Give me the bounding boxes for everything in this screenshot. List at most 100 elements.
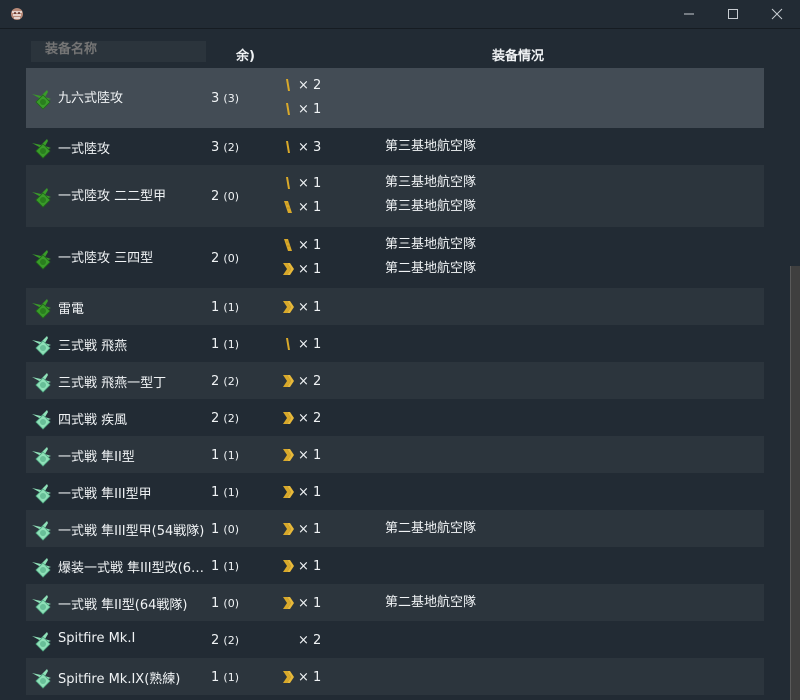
equipment-name-search-input[interactable]	[31, 41, 206, 62]
land-fighter-icon	[31, 591, 55, 615]
proficiency-group: × 1	[282, 332, 321, 356]
equipment-row[interactable]: 雷電 1 (1) × 1	[26, 288, 764, 325]
total-count: 2	[211, 633, 220, 648]
equipment-count: 3 (3)	[211, 91, 239, 106]
equipment-row[interactable]: 爆装一式戦 隼III型改(65戦隊)1 (1) × 1	[26, 547, 764, 584]
equipment-row[interactable]: Spitfire Mk.IX(熟練) 1 (1) × 1	[26, 658, 764, 695]
base-assignment: 第三基地航空隊	[385, 237, 477, 252]
equipment-name: 四式戦 疾風	[58, 413, 128, 428]
proficiency-bar-icon	[282, 337, 298, 351]
minimize-button[interactable]	[666, 0, 712, 28]
equipment-name: 一式戦 隼III型甲	[58, 487, 152, 502]
total-count: 1	[211, 670, 220, 685]
proficiency-double-bar-icon	[282, 238, 298, 252]
available-count: (2)	[223, 412, 240, 425]
equipment-name: Spitfire Mk.I	[58, 631, 136, 646]
proficiency-multiplier: × 1	[298, 595, 322, 611]
proficiency-multiplier: × 1	[298, 558, 322, 574]
land-attacker-icon	[31, 135, 55, 159]
available-count: (2)	[223, 141, 240, 154]
equipment-count: 1 (1)	[211, 559, 239, 574]
proficiency-bar-icon	[282, 102, 298, 116]
proficiency-multiplier: × 2	[298, 632, 322, 648]
base-assignment: 第二基地航空隊	[385, 595, 477, 610]
proficiency-multiplier: × 2	[298, 410, 322, 426]
proficiency-group: × 1	[282, 257, 321, 281]
total-count: 3	[211, 91, 220, 106]
equipment-count: 1 (1)	[211, 337, 239, 352]
land-fighter-icon	[31, 554, 55, 578]
equipment-row[interactable]: 一式戦 隼II型(64戦隊) 1 (0) × 1 第二基地航空隊	[26, 584, 764, 621]
equipment-row[interactable]: 三式戦 飛燕一型丁 2 (2) × 2	[26, 362, 764, 399]
total-count: 2	[211, 374, 220, 389]
proficiency-chevron-icon	[282, 670, 298, 684]
proficiency-multiplier: × 1	[298, 199, 322, 215]
proficiency-group: × 1	[282, 295, 321, 319]
equipment-name: 一式陸攻	[58, 142, 111, 157]
proficiency-chevron-icon	[282, 448, 298, 462]
equipment-row[interactable]: 四式戦 疾風 2 (2) × 2	[26, 399, 764, 436]
column-header-equip-status[interactable]: 装备情况	[492, 45, 544, 64]
proficiency-none-icon	[282, 633, 298, 647]
total-count: 1	[211, 300, 220, 315]
proficiency-multiplier: × 1	[298, 101, 322, 117]
close-button[interactable]	[754, 0, 800, 28]
available-count: (3)	[223, 92, 240, 105]
equipment-name: 一式陸攻 二二型甲	[58, 189, 167, 204]
equipment-name: 一式戦 隼III型甲(54戦隊)	[58, 524, 205, 539]
column-header-remaining[interactable]: 余)	[236, 45, 255, 64]
equipment-row[interactable]: 一式陸攻 3 (2) × 3 第三基地航空隊	[26, 128, 764, 165]
proficiency-chevron-icon	[282, 411, 298, 425]
equipment-count: 1 (0)	[211, 596, 239, 611]
proficiency-chevron-icon	[282, 300, 298, 314]
scrollbar-thumb[interactable]	[790, 266, 800, 700]
land-fighter-icon	[31, 369, 55, 393]
base-assignment: 第二基地航空隊	[385, 521, 477, 536]
proficiency-group: × 1	[282, 233, 321, 257]
available-count: (0)	[223, 597, 240, 610]
equipment-row[interactable]: 一式戦 隼III型甲 1 (1) × 1	[26, 473, 764, 510]
proficiency-multiplier: × 3	[298, 139, 322, 155]
proficiency-double-bar-icon	[282, 200, 298, 214]
equipment-row[interactable]: 一式戦 隼III型甲(54戦隊) 1 (0) × 1 第二基地航空隊	[26, 510, 764, 547]
proficiency-chevron-icon	[282, 262, 298, 276]
equipment-name: 爆装一式戦 隼III型改(65戦隊)	[58, 561, 210, 576]
available-count: (0)	[223, 523, 240, 536]
proficiency-group: × 1	[282, 97, 321, 121]
proficiency-bar-icon	[282, 78, 298, 92]
maximize-button[interactable]	[710, 0, 756, 28]
proficiency-group: × 2	[282, 73, 321, 97]
equipment-name: 一式戦 隼II型(64戦隊)	[58, 598, 188, 613]
land-attacker-icon	[31, 86, 55, 110]
available-count: (2)	[223, 375, 240, 388]
interceptor-icon	[31, 295, 55, 319]
equipment-row[interactable]: 一式陸攻 二二型甲 2 (0) × 1 第三基地航空隊 × 1 第三基地航空隊	[26, 165, 764, 227]
total-count: 1	[211, 559, 220, 574]
equipment-count: 2 (2)	[211, 411, 239, 426]
proficiency-group: × 1	[282, 591, 321, 615]
proficiency-group: × 1	[282, 665, 321, 689]
equipment-row[interactable]: 三式戦 飛燕 1 (1) × 1	[26, 325, 764, 362]
proficiency-multiplier: × 1	[298, 484, 322, 500]
proficiency-multiplier: × 1	[298, 237, 322, 253]
land-fighter-icon	[31, 665, 55, 689]
land-fighter-icon	[31, 480, 55, 504]
equipment-count: 3 (2)	[211, 140, 239, 155]
equipment-list: 九六式陸攻 3 (3) × 2 × 1 一式陸攻 3 (2) × 3 第三基地航空隊 一式陸攻 …	[26, 68, 764, 695]
title-bar	[0, 0, 800, 29]
proficiency-group: × 1	[282, 517, 321, 541]
base-assignment: 第三基地航空隊	[385, 175, 477, 190]
land-fighter-icon	[31, 332, 55, 356]
total-count: 2	[211, 411, 220, 426]
equipment-count: 2 (0)	[211, 251, 239, 266]
available-count: (1)	[223, 560, 240, 573]
equipment-row[interactable]: Spitfire Mk.I 2 (2) × 2	[26, 621, 764, 658]
available-count: (1)	[223, 486, 240, 499]
equipment-row[interactable]: 一式戦 隼II型 1 (1) × 1	[26, 436, 764, 473]
equipment-row[interactable]: 九六式陸攻 3 (3) × 2 × 1	[26, 68, 764, 128]
minimize-icon	[684, 13, 694, 15]
equipment-count: 2 (0)	[211, 189, 239, 204]
equipment-name: 一式陸攻 三四型	[58, 251, 154, 266]
maximize-icon	[728, 9, 738, 19]
equipment-row[interactable]: 一式陸攻 三四型 2 (0) × 1 第三基地航空隊 × 1 第二基地航空隊	[26, 227, 764, 288]
